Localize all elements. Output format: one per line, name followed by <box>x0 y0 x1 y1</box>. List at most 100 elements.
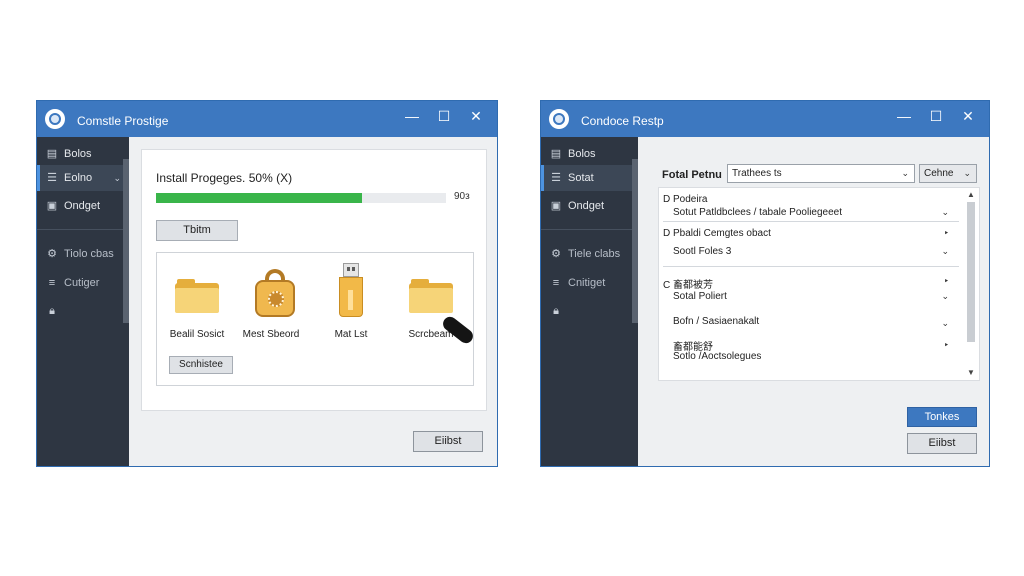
row-label: Sotut Patldbclees / tabale Pooliegeeet <box>673 207 843 218</box>
install-progress-text: Install Progeges. 50% (X) <box>156 171 293 185</box>
settings-list: D Podeira Sotut Patldbclees / tabale Poo… <box>658 187 980 381</box>
sidebar: ▤ Bolos ☰ Sotat ▣ Ondget ⚙ Tiele clabs ≡ Cnit… <box>541 137 638 466</box>
minimize-button[interactable]: — <box>399 105 425 127</box>
exit-button[interactable]: Eiibst <box>907 433 977 454</box>
row-label: Sotlo /Aoctsolegues <box>673 351 762 362</box>
list-item[interactable]: Sotlo /Aoctsolegues <box>673 351 957 362</box>
sidebar-divider <box>37 229 123 230</box>
sidebar-item-3[interactable]: ▣ Ondget <box>541 193 632 219</box>
sidebar-item-6[interactable]: 🔒︎ <box>541 298 632 324</box>
sidebar-item-1[interactable]: ▤ Bolos <box>541 141 632 167</box>
config-icon: ▣ <box>550 200 562 212</box>
tile-usb[interactable]: Mat Lst <box>317 263 385 343</box>
install-window: Comstle Prostige — ☐ ✕ ▤ Bolos ☰ Eolno ⌄ ▣… <box>36 100 498 467</box>
list-item[interactable]: D Pbaldi Cemgtes obact <box>663 228 957 239</box>
list-item[interactable]: D Podeira <box>663 194 957 205</box>
tile-folder-1[interactable]: Bealil Sosict <box>163 263 231 343</box>
tile-label: Bealil Sosict <box>169 329 225 340</box>
close-button[interactable]: ✕ <box>955 105 981 127</box>
lock-icon: 🔒︎ <box>553 305 559 317</box>
chevron-down-icon[interactable]: ⌄ <box>941 318 949 329</box>
dropdown-value: Trathees ts <box>732 168 782 179</box>
sidebar-item-label: Tiolo cbas <box>64 248 114 260</box>
sidebar-item-2[interactable]: ☰ Eolno ⌄ <box>37 165 123 191</box>
sidebar-item-5[interactable]: ≡ Cnitiget <box>541 270 632 296</box>
folder-icon <box>175 279 219 313</box>
list-item[interactable]: C 畜都被芳 <box>663 276 957 291</box>
row-prefix: D <box>663 194 671 205</box>
chevron-down-icon[interactable]: ⌄ <box>941 246 949 257</box>
tile-label: Mest Sbeord <box>242 329 300 340</box>
sidebar-item-label: Eolno <box>64 172 93 184</box>
exit-button[interactable]: Eiibst <box>413 431 483 452</box>
gear-icon: ⚙ <box>47 248 57 260</box>
usb-drive-icon <box>339 263 363 317</box>
list-scrollbar[interactable]: ▲ ▼ <box>965 190 977 378</box>
title-bar[interactable]: Comstle Prostige — ☐ ✕ <box>37 101 497 137</box>
row-label: Pbaldi Cemgtes obact <box>673 228 771 239</box>
sidebar-item-3[interactable]: ▣ Ondget <box>37 193 123 219</box>
maximize-button[interactable]: ☐ <box>923 105 949 127</box>
sidebar-item-5[interactable]: ≡ Cutiger <box>37 270 123 296</box>
filter-dropdown[interactable]: Trathees ts ⌄ <box>727 164 915 183</box>
sidebar-item-label: Bolos <box>568 148 596 160</box>
sidebar-item-2[interactable]: ☰ Sotat <box>541 165 632 191</box>
secondary-button[interactable]: Scnhistee <box>169 356 233 374</box>
menu-icon: ≡ <box>552 277 560 289</box>
row-label: Bofn / Sasiaenakalt <box>673 316 760 327</box>
row-label: Podeira <box>673 194 708 205</box>
list-item[interactable]: Bofn / Sasiaenakalt <box>673 316 957 327</box>
list-item[interactable]: Sotal Poliert <box>673 291 957 302</box>
chevron-down-icon[interactable]: ⌄ <box>941 207 949 218</box>
scroll-thumb[interactable] <box>967 202 975 342</box>
chevron-down-icon: ⌄ <box>901 168 909 178</box>
dropdown-value: Cehne <box>924 168 954 179</box>
bullet-icon[interactable]: ‣ <box>944 228 949 239</box>
chevron-down-icon[interactable]: ⌄ <box>941 291 949 302</box>
bullet-icon[interactable]: ‣ <box>944 276 949 287</box>
option-dropdown[interactable]: Cehne ⌄ <box>919 164 977 183</box>
list-icon: ☰ <box>551 172 561 184</box>
lock-icon: 🔒︎ <box>49 305 55 317</box>
tile-package[interactable]: Mest Sbeord <box>237 263 305 343</box>
filter-label: Fotal Petnu <box>662 169 722 181</box>
sidebar-item-1[interactable]: ▤ Bolos <box>37 141 123 167</box>
sidebar-item-6[interactable]: 🔒︎ <box>37 298 123 324</box>
close-button[interactable]: ✕ <box>463 105 489 127</box>
tab-button[interactable]: Tbitm <box>156 220 238 241</box>
sidebar-item-label: Cutiger <box>64 277 100 289</box>
sidebar-item-label: Sotat <box>568 172 594 184</box>
sidebar-item-4[interactable]: ⚙ Tiolo cbas <box>37 241 123 267</box>
list-icon: ☰ <box>47 172 57 184</box>
title-bar[interactable]: Condoce Restp — ☐ ✕ <box>541 101 989 137</box>
sidebar-scrollbar[interactable] <box>632 159 638 323</box>
doc-icon: ▤ <box>46 148 58 160</box>
row-prefix: D <box>663 228 671 239</box>
package-icon <box>255 269 295 317</box>
scroll-down-icon[interactable]: ▼ <box>965 368 977 378</box>
primary-button[interactable]: Tonkes <box>907 407 977 427</box>
config-icon: ▣ <box>46 200 58 212</box>
minimize-button[interactable]: — <box>891 105 917 127</box>
sidebar-scrollbar[interactable] <box>123 159 129 323</box>
gear-icon: ⚙ <box>551 248 561 260</box>
progress-value: 90з <box>454 191 470 202</box>
scroll-up-icon[interactable]: ▲ <box>965 190 977 200</box>
sidebar-item-label: Tiele clabs <box>568 248 621 260</box>
doc-icon: ▤ <box>550 148 562 160</box>
sidebar: ▤ Bolos ☰ Eolno ⌄ ▣ Ondget ⚙ Tiolo cbas ≡ Cut… <box>37 137 129 466</box>
window-title: Comstle Prostige <box>77 114 169 128</box>
sidebar-item-label: Ondget <box>64 200 101 212</box>
package-grid: Bealil Sosict Mest Sbeord Mat Lst Scrcbe… <box>156 252 476 386</box>
list-item[interactable]: Sootl Foles 3 <box>673 246 957 257</box>
window-title: Condoce Restp <box>581 114 664 128</box>
chevron-down-icon: ⌄ <box>963 168 971 178</box>
row-divider <box>663 266 959 267</box>
folder-icon <box>409 279 453 313</box>
maximize-button[interactable]: ☐ <box>431 105 457 127</box>
sidebar-divider <box>541 229 632 230</box>
bullet-icon[interactable]: ‣ <box>944 340 949 351</box>
chevron-down-icon: ⌄ <box>113 173 121 183</box>
list-item[interactable]: Sotut Patldbclees / tabale Pooliegeeet <box>673 207 957 218</box>
sidebar-item-4[interactable]: ⚙ Tiele clabs <box>541 241 632 267</box>
